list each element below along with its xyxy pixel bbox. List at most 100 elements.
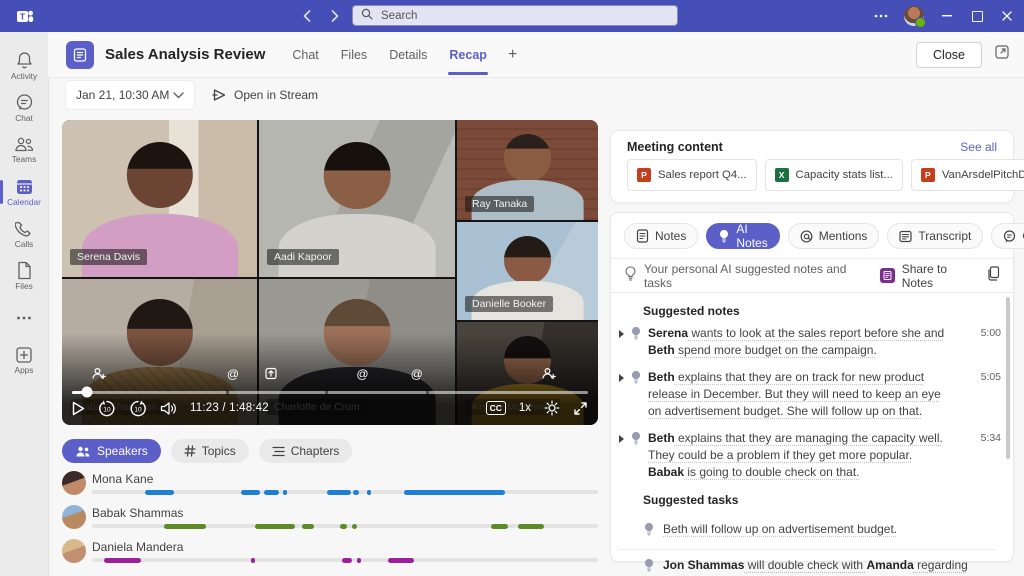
recording-player[interactable]: Serena Davis Aadi Kapoor Ray Tanaka Daniell…: [62, 120, 598, 425]
meeting-files: P Sales report Q4... X Capacity stats list.…: [611, 159, 1024, 191]
playback-speed-button[interactable]: 1x: [519, 402, 531, 414]
file-chip-vanarsdelpitchde[interactable]: P VanArsdelPitchDe...: [910, 159, 1024, 191]
forward-icon[interactable]: [328, 6, 342, 26]
suggested-note: Beth explains that they are on track for…: [619, 369, 1001, 420]
sidebar-item-calendar[interactable]: Calendar: [0, 171, 48, 213]
file-chip-capacity-stats-list[interactable]: X Capacity stats list...: [764, 159, 903, 191]
sidebar-item-files[interactable]: Files: [0, 255, 48, 297]
lightbulb-icon: [630, 326, 642, 345]
copy-icon[interactable]: [987, 265, 1000, 286]
notes-tab-chat[interactable]: Chat: [991, 223, 1024, 249]
add-tab-button[interactable]: +: [498, 46, 527, 64]
close-window-icon[interactable]: [1000, 7, 1014, 25]
open-in-stream-button[interactable]: Open in Stream: [212, 88, 318, 102]
tab-recap[interactable]: Recap: [438, 32, 498, 77]
search-input[interactable]: [379, 8, 669, 23]
mention-marker-icon[interactable]: @: [356, 367, 368, 381]
search-bar[interactable]: [352, 5, 678, 26]
notes-tab-notes[interactable]: Notes: [624, 223, 699, 249]
file-chip-sales-report-q4[interactable]: P Sales report Q4...: [627, 159, 757, 191]
sidebar-item-apps[interactable]: Apps: [0, 339, 48, 381]
note-timestamp[interactable]: 5:34: [981, 430, 1001, 444]
lightbulb-icon: [630, 431, 642, 450]
play-icon[interactable]: [72, 401, 85, 416]
fullscreen-icon[interactable]: [573, 401, 588, 416]
minimize-window-icon[interactable]: [940, 7, 954, 25]
rewind-10-icon[interactable]: 10: [98, 400, 116, 417]
person-add-marker-icon[interactable]: [91, 367, 106, 380]
sidebar-item-item[interactable]: [0, 297, 48, 339]
meeting-date-dropdown[interactable]: Jan 21, 10:30 AM: [66, 81, 194, 109]
participant-name-label: Ray Tanaka: [465, 196, 535, 212]
captions-button[interactable]: CC: [485, 401, 506, 415]
mention-marker-icon[interactable]: @: [227, 367, 239, 381]
tab-files[interactable]: Files: [330, 32, 378, 77]
notes-tab-mentions[interactable]: Mentions: [787, 223, 880, 249]
settings-gear-icon[interactable]: [544, 400, 560, 416]
suggested-note: Serena wants to look at the sales report…: [619, 325, 1001, 359]
ai-notes-subheader: Your personal AI suggested notes and tas…: [611, 259, 1013, 292]
expand-caret-icon[interactable]: [619, 373, 624, 382]
speaker-timeline[interactable]: [92, 557, 598, 563]
note-text: Beth explains that they are on track for…: [648, 370, 941, 418]
sidebar-item-chat[interactable]: Chat: [0, 87, 48, 129]
bell-icon: [15, 51, 34, 70]
speaker-timeline[interactable]: [92, 523, 598, 529]
back-icon[interactable]: [300, 6, 314, 26]
participant-name-label: Danielle Booker: [465, 296, 554, 312]
filter-pill-label: Chapters: [290, 444, 340, 458]
search-icon: [361, 7, 373, 25]
note-timestamp[interactable]: 5:05: [981, 369, 1001, 383]
sidebar-item-teams[interactable]: Teams: [0, 129, 48, 171]
meeting-date-value: Jan 21, 10:30 AM: [76, 88, 170, 102]
speech-segment: [144, 489, 175, 495]
person-add-marker-icon[interactable]: [541, 367, 556, 380]
notes-tabs: Notes AI Notes Mentions Transcript Chat: [611, 213, 1024, 258]
expand-caret-icon[interactable]: [619, 329, 624, 338]
share-to-notes-button[interactable]: Share to Notes: [880, 262, 980, 290]
filter-pill-topics[interactable]: Topics: [170, 439, 249, 463]
forward-10-icon[interactable]: 10: [129, 400, 147, 417]
speaker-row-babak-shammas: Babak Shammas: [62, 505, 598, 535]
notes-tab-label: Mentions: [818, 229, 868, 243]
notes-tab-transcript[interactable]: Transcript: [887, 223, 984, 249]
notes-tab-ai-notes[interactable]: AI Notes: [706, 222, 780, 250]
share-marker-icon[interactable]: [265, 367, 278, 380]
tab-chat[interactable]: Chat: [281, 32, 329, 77]
user-avatar[interactable]: [904, 6, 926, 28]
video-tile-aadi-kapoor: Aadi Kapoor: [259, 120, 455, 277]
popout-icon[interactable]: [994, 44, 1010, 65]
lightbulb-icon: [643, 522, 655, 541]
speech-segment: [517, 523, 544, 529]
speech-segment: [163, 523, 206, 529]
see-all-link[interactable]: See all: [960, 140, 997, 154]
open-in-stream-label: Open in Stream: [234, 88, 319, 102]
timeline-markers: @ @ @: [72, 367, 588, 383]
page-title: Sales Analysis Review: [105, 46, 266, 63]
filter-pill-chapters[interactable]: Chapters: [258, 439, 353, 463]
lightbulb-icon: [643, 558, 655, 576]
close-button[interactable]: Close: [916, 41, 982, 68]
maximize-window-icon[interactable]: [970, 7, 984, 25]
mention-marker-icon[interactable]: @: [411, 367, 423, 381]
tab-details[interactable]: Details: [378, 32, 438, 77]
notes-scrollbar[interactable]: [1006, 297, 1010, 459]
ai-notes-card: Notes AI Notes Mentions Transcript Chat Your…: [610, 212, 1024, 576]
expand-caret-icon[interactable]: [619, 434, 624, 443]
filter-pill-label: Speakers: [97, 444, 148, 458]
filter-pill-speakers[interactable]: Speakers: [62, 439, 161, 463]
player-timeline[interactable]: [72, 386, 588, 398]
speaker-timeline[interactable]: [92, 489, 598, 495]
more-icon: [16, 316, 32, 320]
chapter-tick: [426, 389, 430, 395]
sidebar-item-activity[interactable]: Activity: [0, 45, 48, 87]
speech-segment: [366, 489, 372, 495]
participant-figure: [503, 235, 552, 284]
teams-logo-icon[interactable]: T: [16, 7, 34, 25]
participant-figure: [126, 141, 193, 209]
more-options-icon[interactable]: [874, 7, 888, 25]
note-timestamp[interactable]: 5:00: [981, 325, 1001, 339]
sidebar-item-calls[interactable]: Calls: [0, 213, 48, 255]
volume-icon[interactable]: [160, 401, 177, 416]
speech-segment: [491, 523, 509, 529]
